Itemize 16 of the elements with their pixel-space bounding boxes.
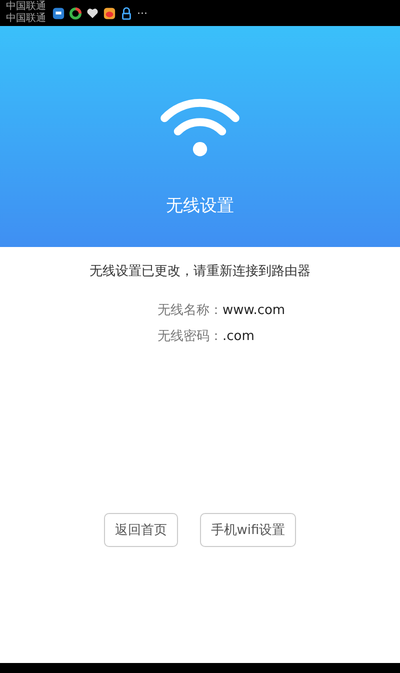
info-label: 无线密码： [158, 328, 222, 346]
action-button[interactable]: 返回首页 [104, 513, 178, 547]
header-title: 无线设置 [166, 195, 234, 217]
status-message: 无线设置已更改，请重新连接到路由器 [88, 263, 312, 280]
message-icon [52, 6, 65, 20]
carrier-name: 中国联通 [6, 1, 46, 12]
more-indicator: ··· [137, 6, 148, 20]
action-button[interactable]: 手机wifi设置 [200, 513, 296, 547]
ring-icon [69, 6, 82, 20]
info-label: 无线名称： [158, 302, 222, 320]
heart-icon [86, 6, 99, 20]
info-value: www.com [222, 302, 282, 320]
carrier-name: 中国联通 [6, 13, 46, 25]
wifi-icon [160, 96, 240, 158]
info-value: .com [222, 328, 256, 346]
lock-icon [120, 6, 133, 20]
